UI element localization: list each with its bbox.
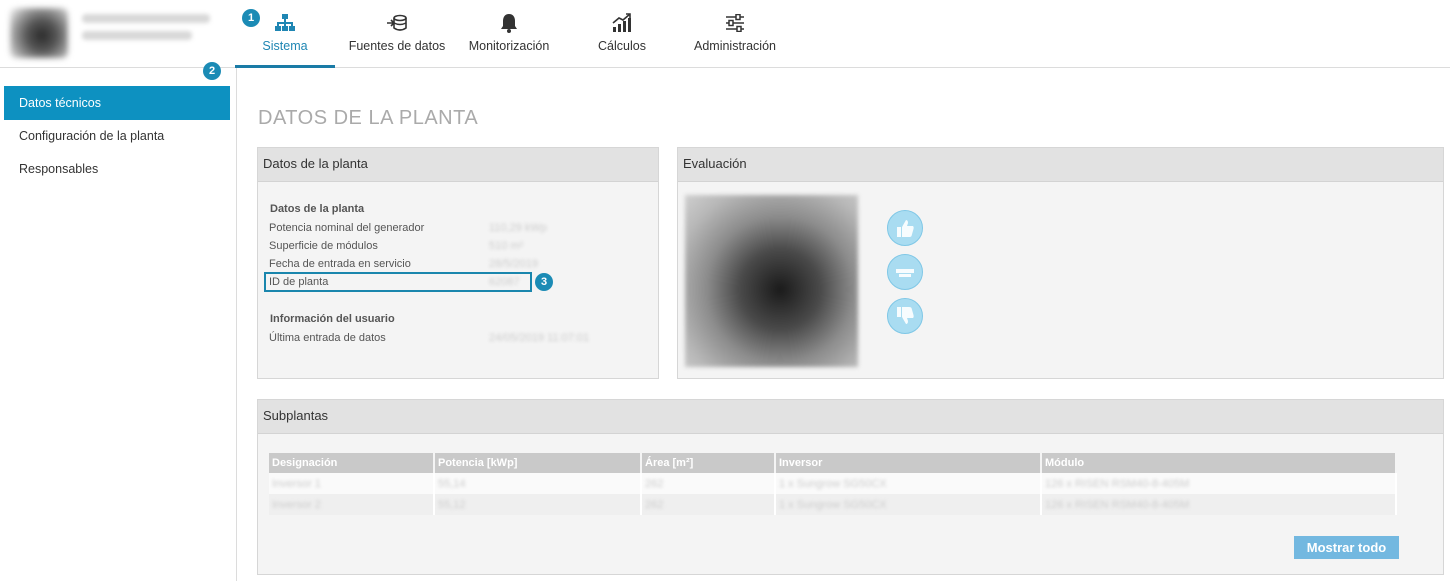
column-header[interactable]: Potencia [kWp] [434, 453, 642, 473]
column-header[interactable]: Inversor [775, 453, 1042, 473]
table-header-row: Designación Potencia [kWp] Área [m²] Inv… [269, 453, 1397, 473]
nav-tab-label: Fuentes de datos [348, 39, 446, 53]
plant-photo [685, 195, 858, 367]
plant-avatar [10, 8, 68, 58]
thumbs-up-icon[interactable] [887, 210, 923, 246]
nav-tab-calculos[interactable]: Cálculos [559, 0, 685, 68]
plant-name-blurred [82, 14, 210, 48]
callout-badge-3: 3 [535, 273, 553, 291]
table-cell: 55,12 [438, 498, 466, 511]
column-header[interactable]: Módulo [1041, 453, 1397, 473]
section-title: Información del usuario [270, 313, 395, 325]
table-cell: 126 x RISEN RSM40-8-405M [1045, 477, 1190, 490]
subplants-panel: Subplantas Designación Potencia [kWp] Ár… [257, 399, 1444, 575]
page-title: DATOS DE LA PLANTA [258, 107, 479, 129]
evaluation-panel: Evaluación [677, 147, 1444, 379]
subplants-table: Designación Potencia [kWp] Área [m²] Inv… [269, 453, 1397, 515]
thumbs-down-icon[interactable] [887, 298, 923, 334]
row-label: Última entrada de datos [269, 332, 386, 344]
callout-badge-2: 2 [203, 62, 221, 80]
table-cell: Inversor 2 [272, 498, 321, 511]
sidebar-item-datos-tecnicos[interactable]: Datos técnicos [4, 86, 230, 120]
section-title: Datos de la planta [270, 203, 365, 215]
nav-tab-monitorizacion[interactable]: Monitorización [459, 0, 559, 68]
show-all-button[interactable]: Mostrar todo [1294, 536, 1399, 559]
row-label: Fecha de entrada en servicio [269, 258, 411, 270]
sliders-icon [724, 12, 746, 34]
plant-id-highlight [264, 272, 532, 292]
nav-tab-administracion[interactable]: Administración [685, 0, 785, 68]
sidebar-item-responsables[interactable]: Responsables [4, 152, 230, 186]
table-cell: 262 [645, 477, 664, 490]
table-cell: 126 x RISEN RSM40-8-405M [1045, 498, 1190, 511]
main-nav: Sistema Fuentes de datos Monitorización … [235, 0, 785, 68]
panel-title: Subplantas [258, 400, 1443, 434]
table-cell: 262 [645, 498, 664, 511]
nav-tab-fuentes-de-datos[interactable]: Fuentes de datos [335, 0, 459, 68]
row-value: 24/05/2019 11:07:01 [489, 332, 590, 344]
column-header[interactable]: Área [m²] [641, 453, 776, 473]
app-header: Sistema Fuentes de datos Monitorización … [0, 0, 1450, 68]
callout-badge-1: 1 [242, 9, 260, 27]
sitemap-icon [274, 12, 296, 34]
row-label: Potencia nominal del generador [269, 222, 425, 234]
row-label: Superficie de módulos [269, 240, 378, 252]
column-header[interactable]: Designación [269, 453, 435, 473]
database-import-icon [386, 12, 408, 34]
nav-tab-label: Monitorización [468, 39, 550, 53]
nav-tab-label: Cálculos [598, 39, 646, 53]
nav-tab-label: Administración [694, 39, 776, 53]
chart-trend-icon [611, 12, 633, 34]
row-value: 110,29 kWp [489, 222, 547, 234]
table-cell: 1 x Sungrow SG50CX [779, 498, 887, 511]
table-cell: Inversor 1 [272, 477, 321, 490]
row-value: 510 m² [489, 240, 524, 252]
table-cell: 1 x Sungrow SG50CX [779, 477, 887, 490]
panel-title: Datos de la planta [258, 148, 658, 182]
panel-title: Evaluación [678, 148, 1443, 182]
bell-icon [498, 12, 520, 34]
plant-data-panel: Datos de la planta Datos de la planta Po… [257, 147, 659, 379]
table-cell: 55,14 [438, 477, 466, 490]
table-row[interactable]: Inversor 2 55,12 262 1 x Sungrow SG50CX … [269, 494, 1397, 515]
table-row[interactable]: Inversor 1 55,14 262 1 x Sungrow SG50CX … [269, 473, 1397, 494]
nav-tab-label: Sistema [262, 39, 308, 53]
row-value: 28/5/2019 [489, 258, 538, 270]
sidebar: Datos técnicos Configuración de la plant… [0, 68, 237, 581]
thumbs-neutral-icon[interactable] [887, 254, 923, 290]
sidebar-item-configuracion[interactable]: Configuración de la planta [4, 119, 230, 153]
